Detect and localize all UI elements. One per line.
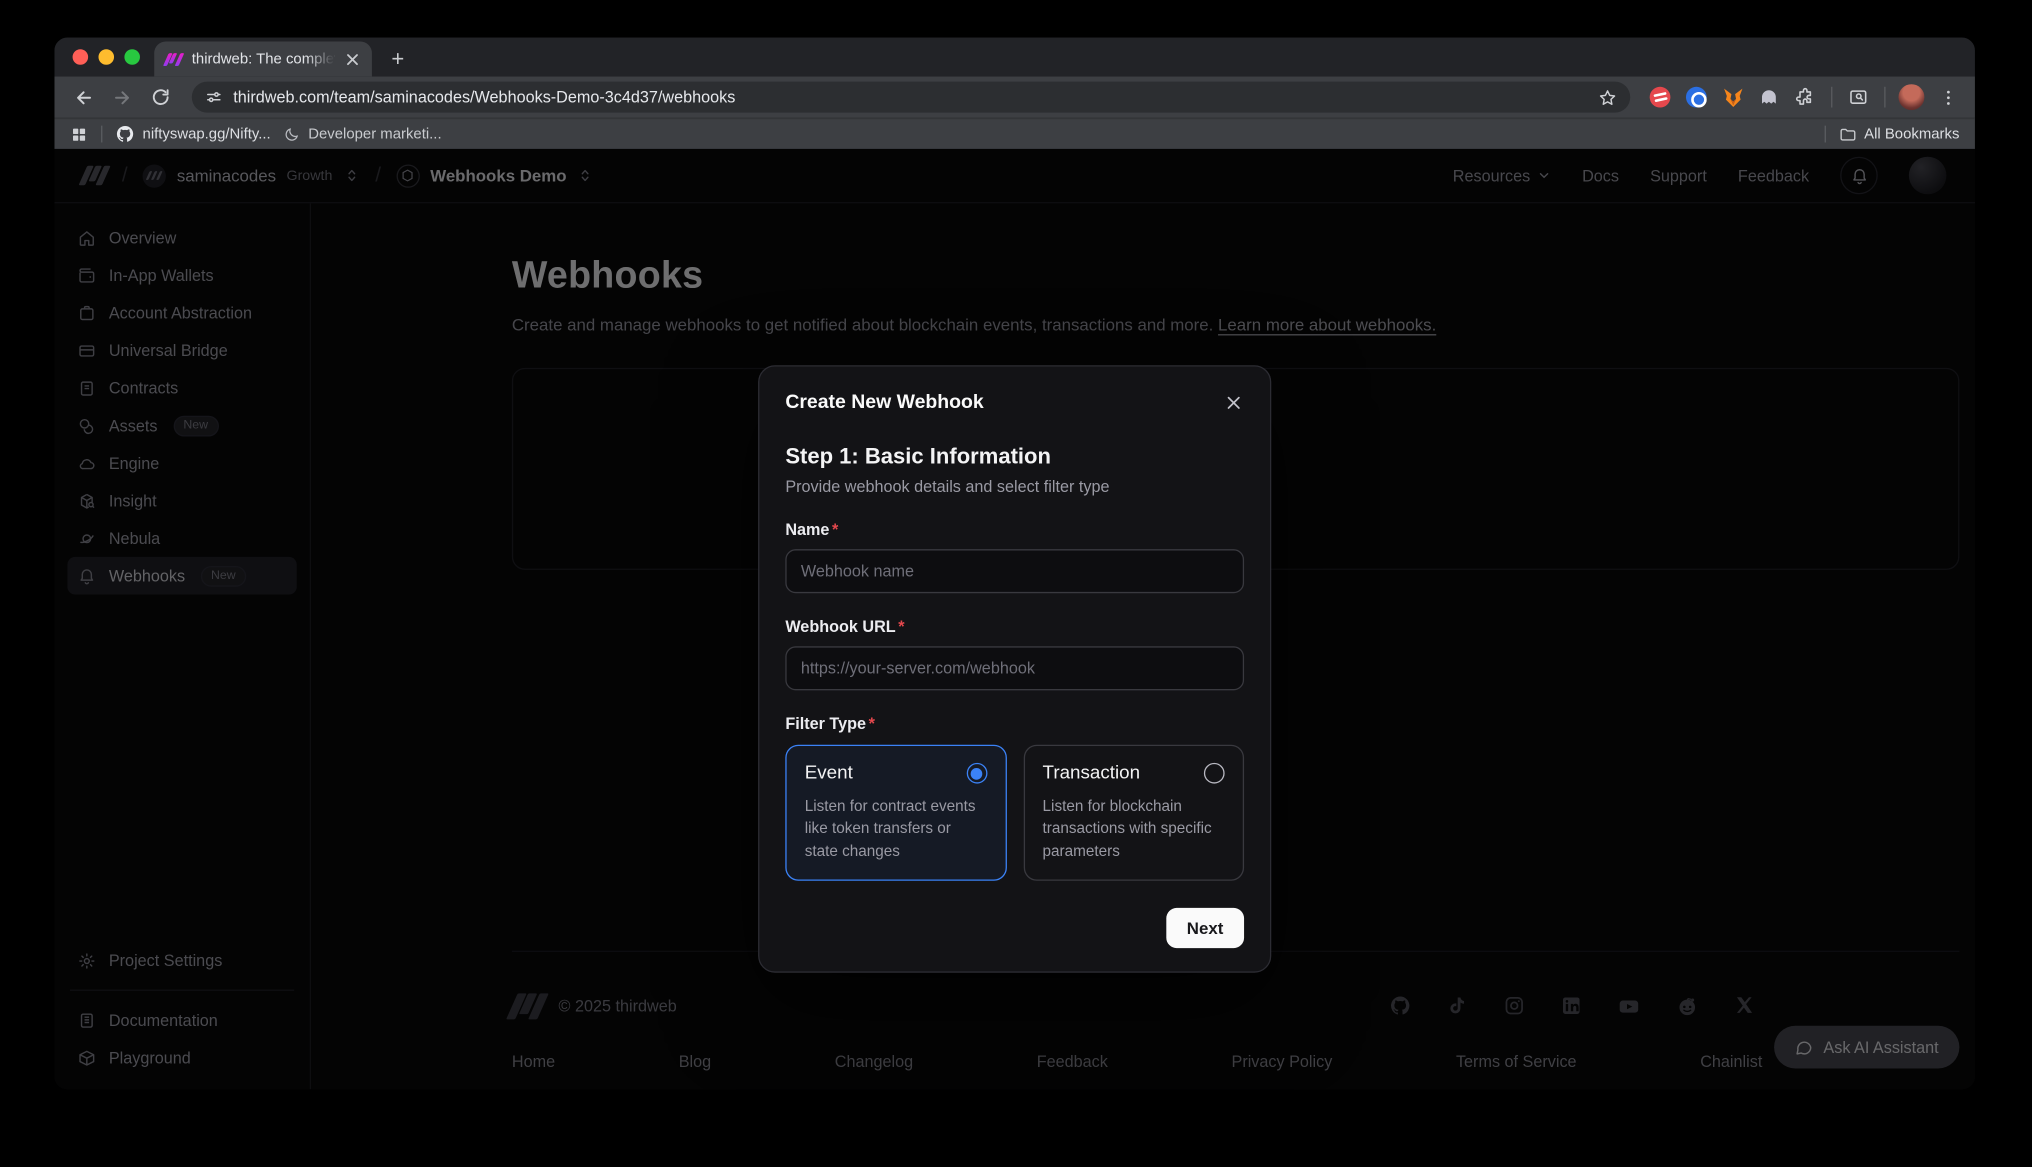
bookmark-star-icon[interactable] xyxy=(1598,87,1617,106)
next-button[interactable]: Next xyxy=(1166,908,1244,948)
browser-tab[interactable]: thirdweb: The complete web3 xyxy=(154,41,372,76)
phantom-icon[interactable] xyxy=(1755,83,1784,111)
required-asterisk: * xyxy=(869,715,875,733)
reload-icon[interactable] xyxy=(145,82,176,113)
tab-strip: thirdweb: The complete web3 + xyxy=(54,38,1975,77)
profile-avatar[interactable] xyxy=(1897,83,1926,111)
modal-title: Create New Webhook xyxy=(785,391,983,413)
required-asterisk: * xyxy=(832,521,838,539)
webhook-name-input[interactable] xyxy=(785,549,1244,593)
bookmark-developer-marketing[interactable]: Developer marketi... xyxy=(284,126,442,143)
extensions-puzzle-icon[interactable] xyxy=(1791,83,1820,111)
step-subtitle: Provide webhook details and select filte… xyxy=(785,478,1244,496)
bookmark-niftyswap[interactable]: niftyswap.gg/Nifty... xyxy=(115,124,270,143)
required-asterisk: * xyxy=(898,618,904,636)
forward-icon[interactable] xyxy=(106,82,137,113)
bookmarks-bar: niftyswap.gg/Nifty... Developer marketi.… xyxy=(54,118,1975,149)
zoom-window-button[interactable] xyxy=(124,49,140,65)
filter-option-transaction[interactable]: Transaction Listen for blockchain transa… xyxy=(1023,745,1244,881)
extension-opera-icon[interactable] xyxy=(1682,83,1711,111)
traffic-lights xyxy=(73,49,140,65)
tab-close-icon[interactable] xyxy=(343,50,361,68)
radio-selected-icon[interactable] xyxy=(966,763,987,784)
step-title: Step 1: Basic Information xyxy=(785,444,1244,470)
all-bookmarks-button[interactable]: All Bookmarks xyxy=(1838,125,1959,143)
browser-window: thirdweb: The complete web3 + thirdweb.c… xyxy=(54,38,1975,1090)
site-settings-icon[interactable] xyxy=(205,88,223,106)
browser-toolbar: thirdweb.com/team/saminacodes/Webhooks-D… xyxy=(54,76,1975,117)
create-webhook-modal: Create New Webhook Step 1: Basic Informa… xyxy=(758,365,1271,973)
webhook-url-input[interactable] xyxy=(785,646,1244,690)
minimize-window-button[interactable] xyxy=(98,49,114,65)
address-bar[interactable]: thirdweb.com/team/saminacodes/Webhooks-D… xyxy=(192,82,1630,113)
crescent-favicon-icon xyxy=(284,126,301,143)
tab-title: thirdweb: The complete web3 xyxy=(192,51,335,67)
extension-arc-icon[interactable] xyxy=(1646,83,1675,111)
folder-icon xyxy=(1838,125,1856,143)
name-label: Name* xyxy=(785,521,1244,539)
url-text[interactable]: thirdweb.com/team/saminacodes/Webhooks-D… xyxy=(233,88,1587,106)
new-tab-button[interactable]: + xyxy=(385,48,411,70)
back-icon[interactable] xyxy=(67,82,98,113)
filter-option-event[interactable]: Event Listen for contract events like to… xyxy=(785,745,1006,881)
sidepanel-search-icon[interactable] xyxy=(1844,83,1873,111)
radio-unselected-icon[interactable] xyxy=(1204,763,1225,784)
screenshot-stage: thirdweb: The complete web3 + thirdweb.c… xyxy=(0,0,2032,1167)
url-label: Webhook URL* xyxy=(785,618,1244,636)
apps-grid-icon[interactable] xyxy=(70,125,88,143)
page-viewport: / saminacodes Growth / Webhooks Demo xyxy=(54,149,1975,1089)
thirdweb-favicon-icon xyxy=(165,50,183,68)
close-icon[interactable] xyxy=(1223,392,1244,413)
chrome-menu-icon[interactable] xyxy=(1933,83,1962,111)
close-window-button[interactable] xyxy=(73,49,89,65)
metamask-icon[interactable] xyxy=(1718,83,1747,111)
filter-type-label: Filter Type* xyxy=(785,715,1244,733)
github-favicon-icon xyxy=(115,124,134,143)
